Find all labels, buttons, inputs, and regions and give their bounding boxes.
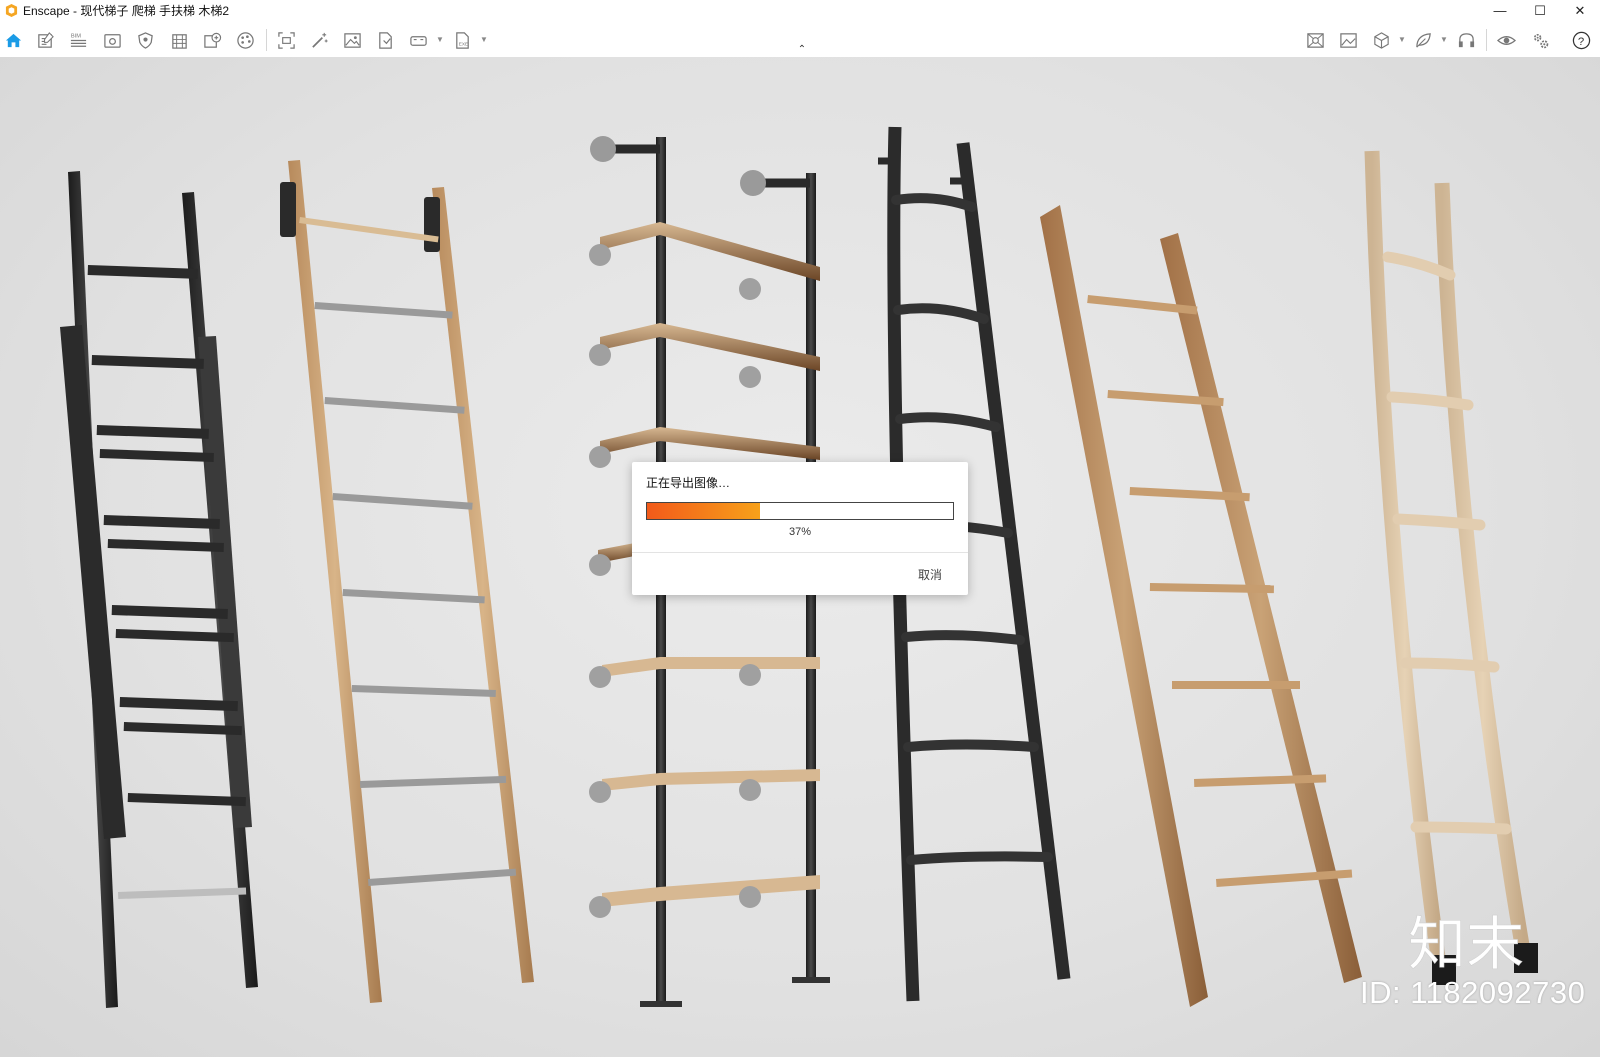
toolbar-separator [1486, 29, 1487, 51]
export-dropdown-caret[interactable]: ▼ [480, 35, 488, 45]
headset-button[interactable] [1456, 30, 1476, 50]
home-button[interactable] [3, 30, 23, 50]
cube-button[interactable] [1371, 30, 1391, 50]
svg-text:BIM: BIM [70, 33, 80, 39]
palette-button[interactable] [235, 30, 255, 50]
progress-fill [647, 503, 761, 519]
black-metal-ladder [60, 171, 258, 1008]
progress-percent-label: 37% [788, 526, 812, 538]
birch-branch-ladder [1364, 150, 1538, 985]
svg-text:EXE: EXE [458, 41, 468, 47]
add-box-button[interactable] [202, 30, 222, 50]
shield-button[interactable] [135, 30, 155, 50]
sketch-button[interactable] [35, 30, 55, 50]
panorama-icon [1306, 32, 1324, 48]
home-icon [5, 33, 21, 47]
title-bar: Enscape - 现代梯子 爬梯 手扶梯 木梯2 — ☐ ✕ [0, 0, 1600, 21]
view-icon [103, 33, 121, 48]
dialog-divider [632, 552, 968, 553]
view-button[interactable] [102, 30, 122, 50]
screenshot-button[interactable] [276, 30, 296, 50]
leaf-button[interactable] [1413, 30, 1433, 50]
magic-button[interactable] [309, 30, 329, 50]
help-icon: ? [1572, 31, 1590, 49]
leaf-dropdown-caret[interactable]: ▼ [1440, 35, 1448, 45]
settings-button[interactable] [1530, 30, 1550, 50]
bim-button[interactable]: BIM [68, 30, 88, 50]
doc-export-icon [378, 31, 392, 49]
vr-dropdown-caret[interactable]: ▼ [436, 35, 444, 45]
magic-icon [311, 32, 328, 48]
file-export-button[interactable]: EXE [452, 30, 472, 50]
image-button[interactable] [342, 30, 362, 50]
bim-icon: BIM [70, 33, 86, 47]
main-toolbar: BIM ▼ EXE ▼ ▼ ▼ ? ⌃ [0, 21, 1600, 58]
wood-stair-ladder [1040, 205, 1362, 1007]
gallery-icon [1339, 32, 1357, 48]
cancel-button[interactable]: 取消 [918, 566, 942, 583]
shield-icon [137, 31, 153, 49]
watermark-logo: 知末 [1408, 910, 1524, 974]
enscape-logo-icon [5, 4, 18, 17]
palette-icon [236, 31, 254, 49]
settings-icon [1533, 33, 1548, 48]
minimize-button[interactable]: — [1480, 0, 1520, 21]
headset-icon [1458, 32, 1474, 47]
collapse-toolbar-button[interactable]: ⌃ [795, 45, 809, 55]
maximize-button[interactable]: ☐ [1520, 0, 1560, 21]
panorama-button[interactable] [1305, 30, 1325, 50]
vr-button[interactable] [408, 30, 428, 50]
help-button[interactable]: ? [1571, 30, 1591, 50]
window-controls: — ☐ ✕ [1480, 0, 1600, 21]
gallery-button[interactable] [1338, 30, 1358, 50]
close-icon: ✕ [1574, 2, 1586, 18]
cube-dropdown-caret[interactable]: ▼ [1398, 35, 1406, 45]
toolbar-separator [266, 29, 267, 51]
watermark-logo-text: 知末 [1408, 910, 1524, 974]
watermark-id: ID: 1182092730 [1360, 975, 1586, 1010]
cube-icon [1373, 31, 1389, 49]
screenshot-icon [277, 31, 295, 49]
building-button[interactable] [169, 30, 189, 50]
dialog-title: 正在导出图像… [646, 476, 731, 490]
export-progress-dialog: 正在导出图像… 37% 取消 [632, 462, 968, 595]
progress-bar [646, 502, 954, 520]
image-icon [343, 32, 361, 48]
sketch-icon [37, 31, 54, 48]
eye-button[interactable] [1496, 30, 1516, 50]
doc-export-button[interactable] [375, 30, 395, 50]
minimize-icon: — [1493, 3, 1507, 18]
eye-icon [1496, 35, 1516, 45]
vr-icon [409, 35, 427, 46]
close-button[interactable]: ✕ [1560, 0, 1600, 21]
building-icon [171, 33, 187, 49]
leaf-icon [1415, 32, 1431, 48]
svg-text:?: ? [1577, 35, 1583, 47]
window-title: Enscape - 现代梯子 爬梯 手扶梯 木梯2 [23, 4, 230, 18]
file-export-icon: EXE [455, 31, 469, 49]
wood-metal-ladder [280, 160, 534, 1003]
maximize-icon: ☐ [1534, 2, 1546, 18]
add-box-icon [203, 32, 221, 48]
chevron-up-icon: ⌃ [797, 44, 807, 55]
